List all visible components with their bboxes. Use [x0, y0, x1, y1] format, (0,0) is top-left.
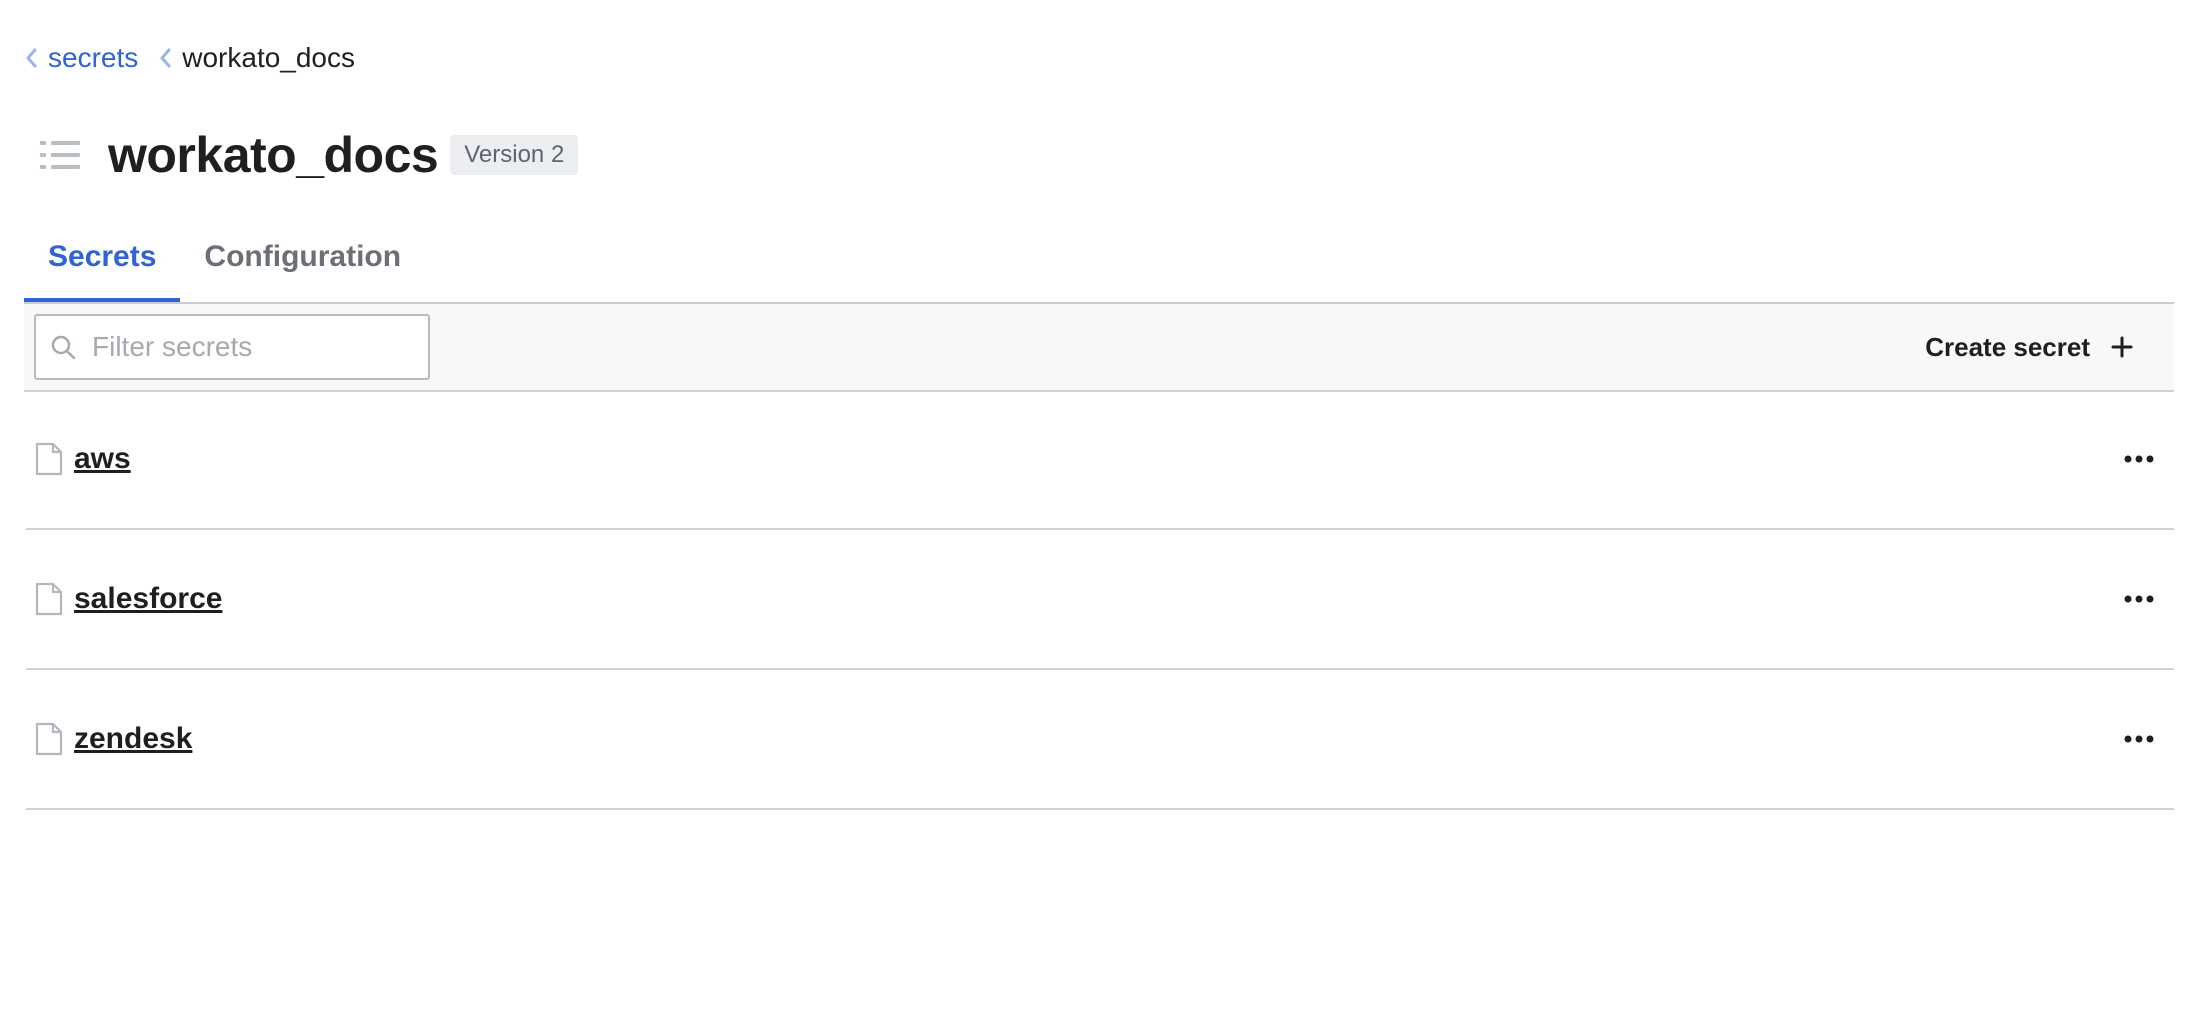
- secrets-toolbar: Create secret: [24, 304, 2174, 392]
- secret-link-zendesk[interactable]: zendesk: [74, 722, 192, 756]
- version-badge: Version 2: [450, 135, 579, 175]
- secret-link-salesforce[interactable]: salesforce: [74, 582, 222, 616]
- breadcrumb-link-secrets[interactable]: secrets: [48, 42, 138, 74]
- page-title: workato_docs: [108, 127, 439, 183]
- tab-bar: Secrets Configuration: [24, 226, 2174, 304]
- create-secret-label: Create secret: [1925, 331, 2090, 362]
- search-input[interactable]: [90, 330, 414, 364]
- search-icon: [51, 335, 76, 360]
- plus-icon: [2111, 336, 2133, 358]
- breadcrumb: secrets workato_docs: [24, 42, 355, 74]
- more-horizontal-icon[interactable]: [2124, 454, 2154, 464]
- search-box[interactable]: [34, 314, 430, 380]
- file-icon: [35, 442, 63, 476]
- chevron-left-icon: [160, 48, 171, 68]
- create-secret-button[interactable]: Create secret: [1925, 324, 2134, 370]
- more-horizontal-icon[interactable]: [2124, 734, 2154, 744]
- tab-secrets[interactable]: Secrets: [24, 226, 181, 302]
- list-item: aws: [26, 390, 2174, 530]
- page-header: workato_docs Version 2: [38, 126, 579, 184]
- secrets-list: aws salesforce zendesk: [26, 390, 2174, 810]
- list-icon: [40, 141, 80, 169]
- file-icon: [35, 582, 63, 616]
- file-icon: [35, 722, 63, 756]
- list-item: zendesk: [26, 670, 2174, 810]
- breadcrumb-current: workato_docs: [182, 42, 356, 73]
- list-item: salesforce: [26, 530, 2174, 670]
- tab-configuration[interactable]: Configuration: [180, 226, 425, 302]
- secret-link-aws[interactable]: aws: [74, 442, 131, 476]
- secrets-page: secrets workato_docs workato_docs Versio…: [0, 0, 2197, 1028]
- more-horizontal-icon[interactable]: [2124, 594, 2154, 604]
- chevron-left-icon: [26, 48, 37, 68]
